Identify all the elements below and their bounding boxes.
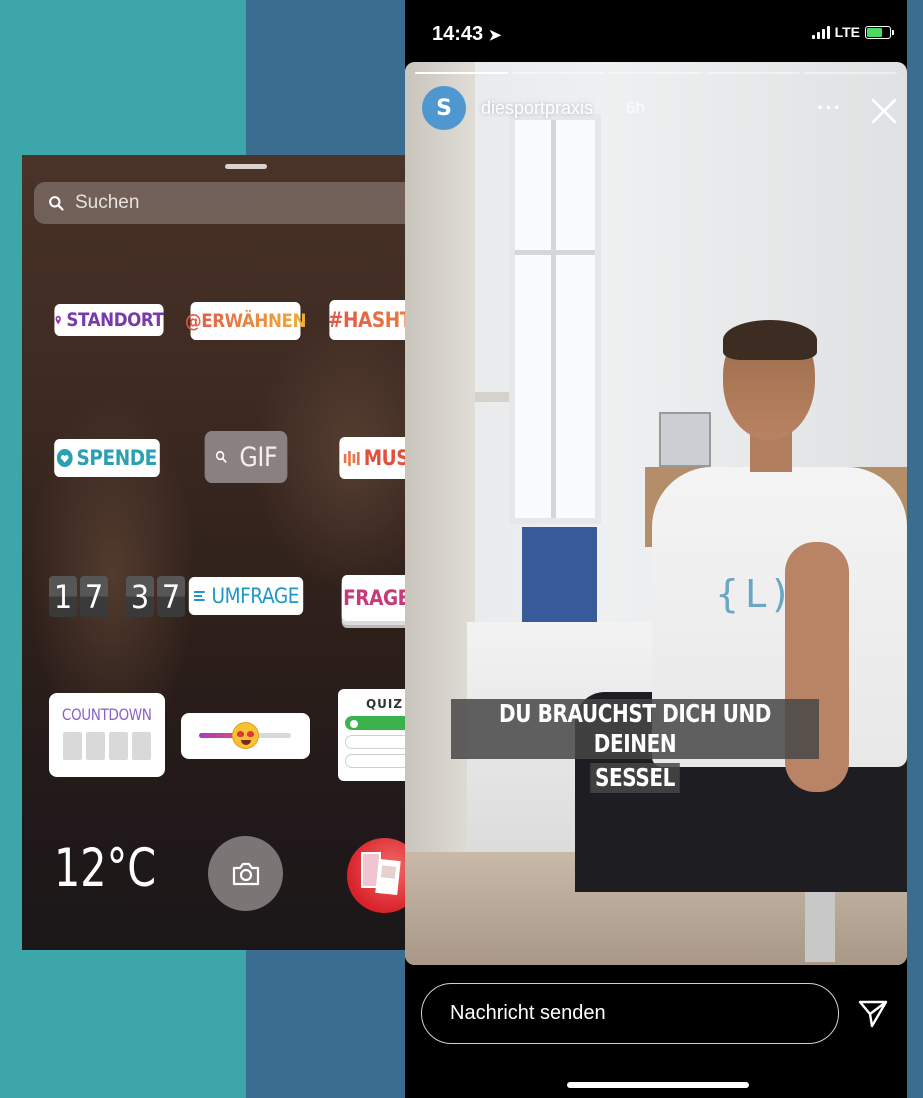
countdown-boxes: [63, 732, 151, 760]
progress-segment: [803, 72, 898, 74]
quiz-sticker-label: QUIZ: [365, 697, 404, 711]
signal-icon: [811, 25, 830, 39]
story-username[interactable]: diesportpraxis: [481, 98, 593, 119]
more-options-icon[interactable]: ···: [817, 95, 842, 121]
search-placeholder: Suchen: [75, 192, 140, 213]
avatar[interactable]: S: [422, 86, 466, 130]
message-input[interactable]: Nachricht senden: [421, 983, 839, 1044]
sticker-search-input[interactable]: Suchen: [34, 182, 457, 224]
clock-digit: 3: [126, 576, 154, 617]
time-sticker[interactable]: 1 7 3 7: [49, 576, 185, 617]
close-icon[interactable]: [868, 95, 900, 127]
donation-sticker[interactable]: SPENDE: [54, 439, 160, 477]
heart-icon: [57, 449, 74, 467]
mention-sticker[interactable]: @ERWÄHNEN: [185, 302, 306, 340]
status-time: 14:43 ➤: [432, 23, 502, 45]
temperature-sticker[interactable]: 12°C: [54, 838, 156, 899]
network-type: LTE: [834, 24, 860, 40]
location-arrow-icon: ➤: [488, 27, 502, 44]
camera-sticker-button[interactable]: [208, 836, 283, 911]
gif-sticker[interactable]: GIF: [204, 431, 288, 483]
countdown-sticker[interactable]: COUNTDOWN: [49, 693, 165, 777]
sticker-tray: Suchen STANDORT @ERWÄHNEN #HASHTAG SPEND…: [22, 155, 469, 950]
progress-segment: [415, 72, 509, 74]
location-pin-icon: [55, 315, 61, 325]
caption-line-2: SESSEL: [590, 763, 680, 793]
progress-segment: [512, 72, 606, 74]
emoji-slider-sticker[interactable]: [181, 713, 310, 759]
status-indicators: LTE: [811, 24, 894, 40]
search-icon: [215, 450, 227, 463]
story-caption: DU BRAUCHST DICH UND DEINEN SESSEL: [405, 699, 865, 797]
window: [509, 114, 601, 524]
clock-digit: 7: [157, 576, 185, 617]
heart-eyes-emoji-icon: [232, 722, 259, 749]
countdown-sticker-label: COUNTDOWN: [62, 705, 152, 724]
phone-screen: 14:43 ➤ LTE {L)(= S diesportpraxis 6h ··…: [405, 0, 907, 1098]
audio-bars-icon: [343, 451, 360, 466]
clock-digit: 7: [80, 576, 108, 617]
poll-sticker-label: UMFRAGE: [211, 584, 300, 608]
caption-line-1: DU BRAUCHST DICH UND DEINEN: [451, 699, 819, 759]
message-placeholder: Nachricht senden: [450, 1002, 606, 1024]
poll-sticker[interactable]: UMFRAGE: [188, 577, 304, 615]
mention-sticker-label: @ERWÄHNEN: [184, 310, 307, 332]
camera-icon: [232, 862, 259, 885]
clock-digit: 1: [49, 576, 77, 617]
progress-segment: [609, 72, 703, 74]
story-media[interactable]: {L)(= S diesportpraxis 6h ··· DU BRAUCHS…: [405, 62, 907, 965]
drag-handle[interactable]: [225, 164, 267, 169]
gif-sticker-label: GIF: [239, 441, 278, 473]
location-sticker-label: STANDORT: [66, 309, 164, 331]
story-progress: [415, 72, 898, 74]
send-icon[interactable]: [857, 999, 889, 1029]
donation-sticker-label: SPENDE: [76, 446, 158, 470]
progress-segment: [706, 72, 800, 74]
battery-icon: [865, 25, 894, 39]
home-indicator[interactable]: [567, 1082, 749, 1088]
search-icon: [49, 195, 64, 211]
background-right-edge: [906, 0, 923, 1098]
location-sticker[interactable]: STANDORT: [54, 304, 164, 336]
story-time-ago: 6h: [626, 98, 645, 117]
poll-lines-icon: [193, 591, 205, 601]
